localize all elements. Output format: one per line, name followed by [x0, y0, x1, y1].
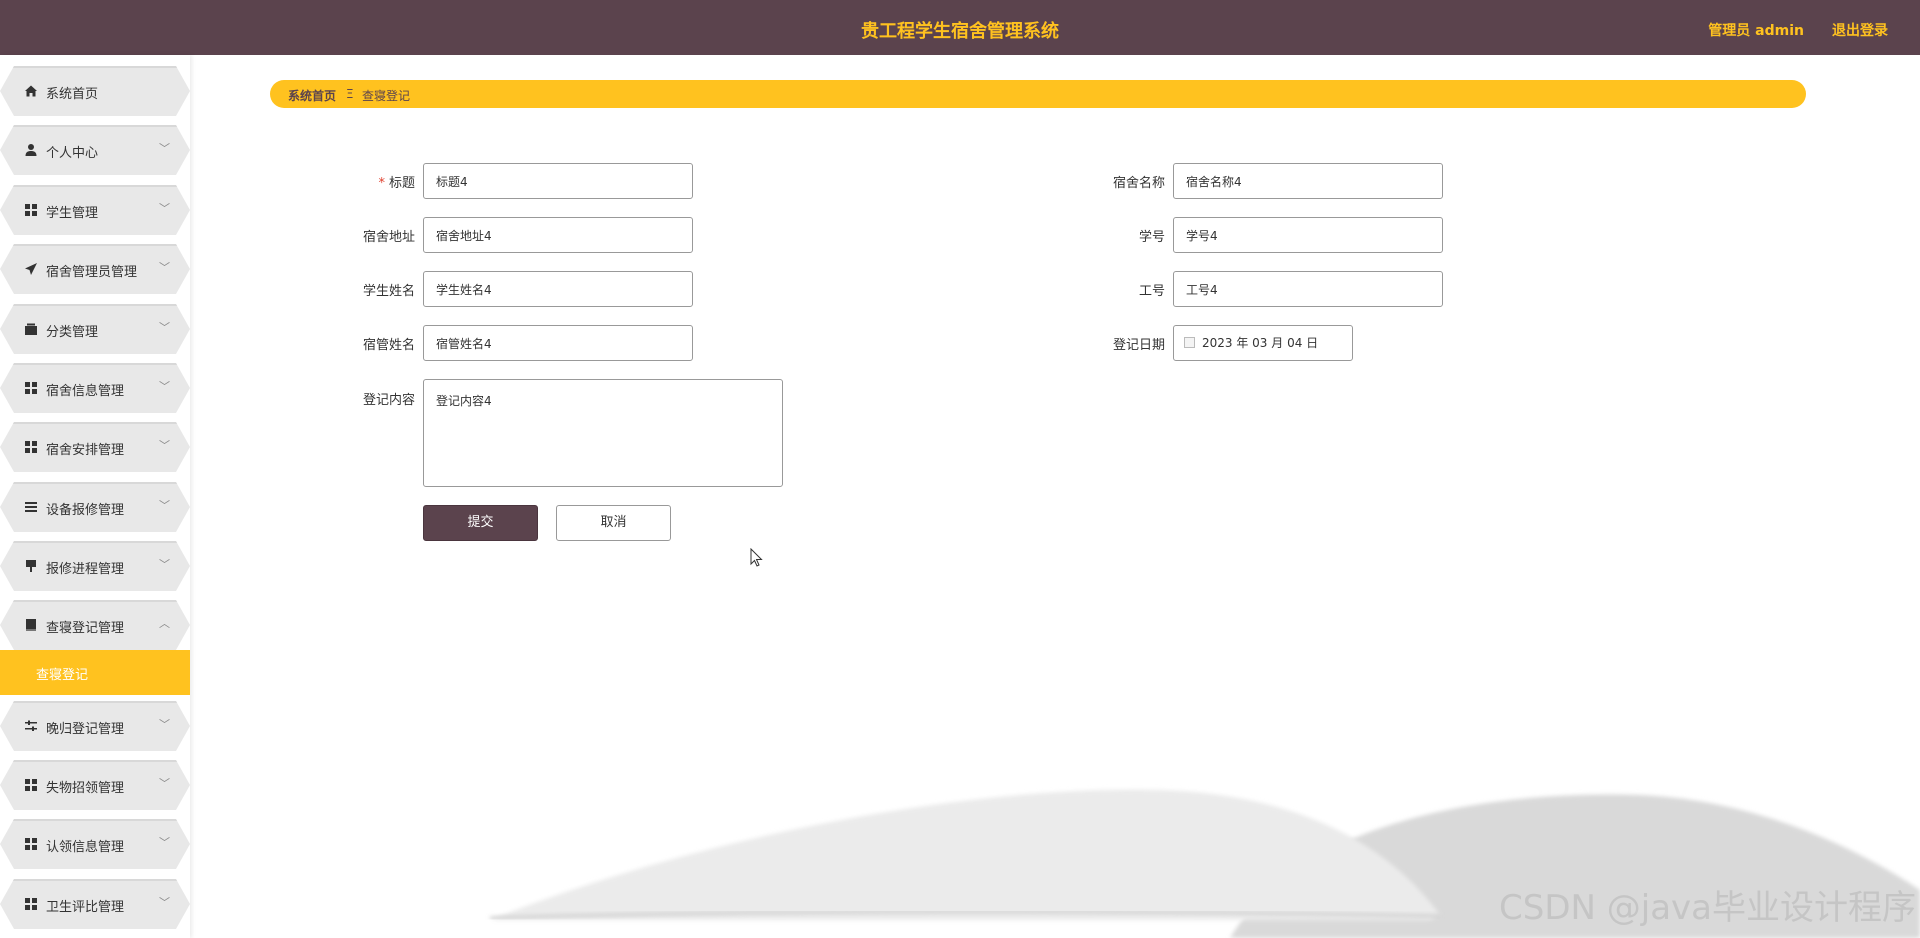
- sidebar-item-lost-found-management[interactable]: 失物招领管理 ﹀: [0, 760, 190, 810]
- chevron-down-icon: ﹀: [159, 380, 170, 393]
- wallet-icon: [24, 322, 38, 336]
- chevron-down-icon: ﹀: [159, 202, 170, 215]
- staff-no-label: 工号: [1138, 284, 1165, 299]
- sidebar-item-hygiene-rating-management[interactable]: 卫生评比管理 ﹀: [0, 879, 190, 929]
- chevron-down-icon: ﹀: [159, 777, 170, 790]
- sidebar-item-dorm-arrangement-management[interactable]: 宿舍安排管理 ﹀: [0, 422, 190, 472]
- send-icon: [24, 262, 38, 276]
- chevron-down-icon: ﹀: [159, 439, 170, 452]
- mouse-cursor-icon: [750, 547, 764, 572]
- home-icon: [24, 84, 38, 98]
- sidebar-item-personal-center[interactable]: 个人中心 ﹀: [0, 125, 190, 175]
- date-value: 2023 年 03 月 04 日: [1202, 336, 1319, 350]
- staff-no-input[interactable]: [1173, 271, 1443, 307]
- sliders-icon: [24, 719, 38, 733]
- calendar-icon: [1184, 337, 1195, 348]
- manager-name-input[interactable]: [423, 325, 693, 361]
- breadcrumb: 系统首页 Ξ 查寝登记: [270, 80, 1806, 108]
- dorm-name-input[interactable]: [1173, 163, 1443, 199]
- app-title: 贵工程学生宿舍管理系统: [861, 21, 1059, 42]
- grid-icon: [24, 203, 38, 217]
- sidebar-item-label: 学生管理: [46, 206, 99, 221]
- student-no-label: 学号: [1138, 230, 1165, 245]
- grid-icon: [24, 440, 38, 454]
- sidebar-item-label: 查寝登记管理: [46, 621, 125, 636]
- title-label: * 标题: [378, 176, 415, 191]
- chevron-down-icon: ﹀: [159, 142, 170, 155]
- sidebar-subitem-label: 查寝登记: [36, 668, 89, 683]
- watermark: CSDN @java毕业设计程序: [1499, 888, 1916, 928]
- sidebar-item-label: 系统首页: [46, 87, 99, 102]
- person-icon: [24, 143, 38, 157]
- cancel-button[interactable]: 取消: [556, 505, 671, 541]
- manager-name-label: 宿管姓名: [362, 338, 415, 353]
- sidebar-item-label: 卫生评比管理: [46, 900, 125, 915]
- sidebar-item-dorm-info-management[interactable]: 宿舍信息管理 ﹀: [0, 363, 190, 413]
- chevron-down-icon: ﹀: [159, 499, 170, 512]
- sidebar-item-repair-management[interactable]: 设备报修管理 ﹀: [0, 482, 190, 532]
- student-name-label: 学生姓名: [362, 284, 415, 299]
- dorm-address-input[interactable]: [423, 217, 693, 253]
- date-picker[interactable]: 2023 年 03 月 04 日: [1173, 325, 1353, 361]
- sidebar-item-label: 宿舍信息管理: [46, 384, 125, 399]
- sidebar-item-label: 认领信息管理: [46, 840, 125, 855]
- student-no-input[interactable]: [1173, 217, 1443, 253]
- sidebar-item-home[interactable]: 系统首页: [0, 66, 190, 116]
- current-user: 管理员 admin: [1708, 23, 1804, 39]
- chevron-up-icon: ︿: [159, 617, 170, 630]
- content-label: 登记内容: [362, 393, 415, 408]
- student-name-input[interactable]: [423, 271, 693, 307]
- logout-link[interactable]: 退出登录: [1832, 20, 1888, 40]
- chevron-down-icon: ﹀: [159, 261, 170, 274]
- title-input[interactable]: [423, 163, 693, 199]
- sidebar-item-dorm-check-management[interactable]: 查寝登记管理 ︿: [0, 600, 190, 650]
- sidebar-item-label: 晚归登记管理: [46, 722, 125, 737]
- sidebar-item-claim-info-management[interactable]: 认领信息管理 ﹀: [0, 819, 190, 869]
- sidebar-item-label: 宿舍安排管理: [46, 443, 125, 458]
- sidebar-item-label: 宿舍管理员管理: [46, 265, 138, 280]
- chevron-down-icon: ﹀: [159, 558, 170, 571]
- chevron-down-icon: ﹀: [159, 896, 170, 909]
- dorm-name-label: 宿舍名称: [1112, 176, 1165, 191]
- sidebar-item-label: 个人中心: [46, 146, 99, 161]
- grid-icon: [24, 778, 38, 792]
- sidebar-subitem-dorm-check[interactable]: 查寝登记: [0, 650, 190, 695]
- sidebar-item-label: 报修进程管理: [46, 562, 125, 577]
- sidebar-item-label: 设备报修管理: [46, 503, 125, 518]
- sidebar: 系统首页 个人中心 ﹀ 学生管理 ﹀ 宿舍管理员管理 ﹀ 分类管理 ﹀ 宿舍信息…: [0, 55, 190, 938]
- list-icon: [24, 500, 38, 514]
- sidebar-item-label: 失物招领管理: [46, 781, 125, 796]
- sidebar-item-repair-progress-management[interactable]: 报修进程管理 ﹀: [0, 541, 190, 591]
- required-mark: *: [378, 176, 385, 191]
- breadcrumb-current: 查寝登记: [362, 89, 411, 103]
- chevron-down-icon: ﹀: [159, 836, 170, 849]
- content-textarea[interactable]: 登记内容4: [423, 379, 783, 487]
- grid-icon: [24, 897, 38, 911]
- chevron-down-icon: ﹀: [159, 321, 170, 334]
- breadcrumb-home-link[interactable]: 系统首页: [288, 87, 336, 104]
- submit-button[interactable]: 提交: [423, 505, 538, 541]
- sidebar-item-category-management[interactable]: 分类管理 ﹀: [0, 304, 190, 354]
- sidebar-item-student-management[interactable]: 学生管理 ﹀: [0, 185, 190, 235]
- dorm-address-label: 宿舍地址: [362, 230, 415, 245]
- sidebar-item-late-return-management[interactable]: 晚归登记管理 ﹀: [0, 701, 190, 751]
- chevron-down-icon: ﹀: [159, 718, 170, 731]
- top-header: 贵工程学生宿舍管理系统 管理员 admin 退出登录: [0, 0, 1920, 55]
- sidebar-item-dorm-admin-management[interactable]: 宿舍管理员管理 ﹀: [0, 244, 190, 294]
- sidebar-item-label: 分类管理: [46, 325, 99, 340]
- date-label: 登记日期: [1112, 338, 1165, 353]
- flag-icon: [24, 559, 38, 573]
- grid-icon: [24, 837, 38, 851]
- book-icon: [24, 618, 38, 632]
- grid-icon: [24, 381, 38, 395]
- breadcrumb-separator: Ξ: [346, 87, 354, 101]
